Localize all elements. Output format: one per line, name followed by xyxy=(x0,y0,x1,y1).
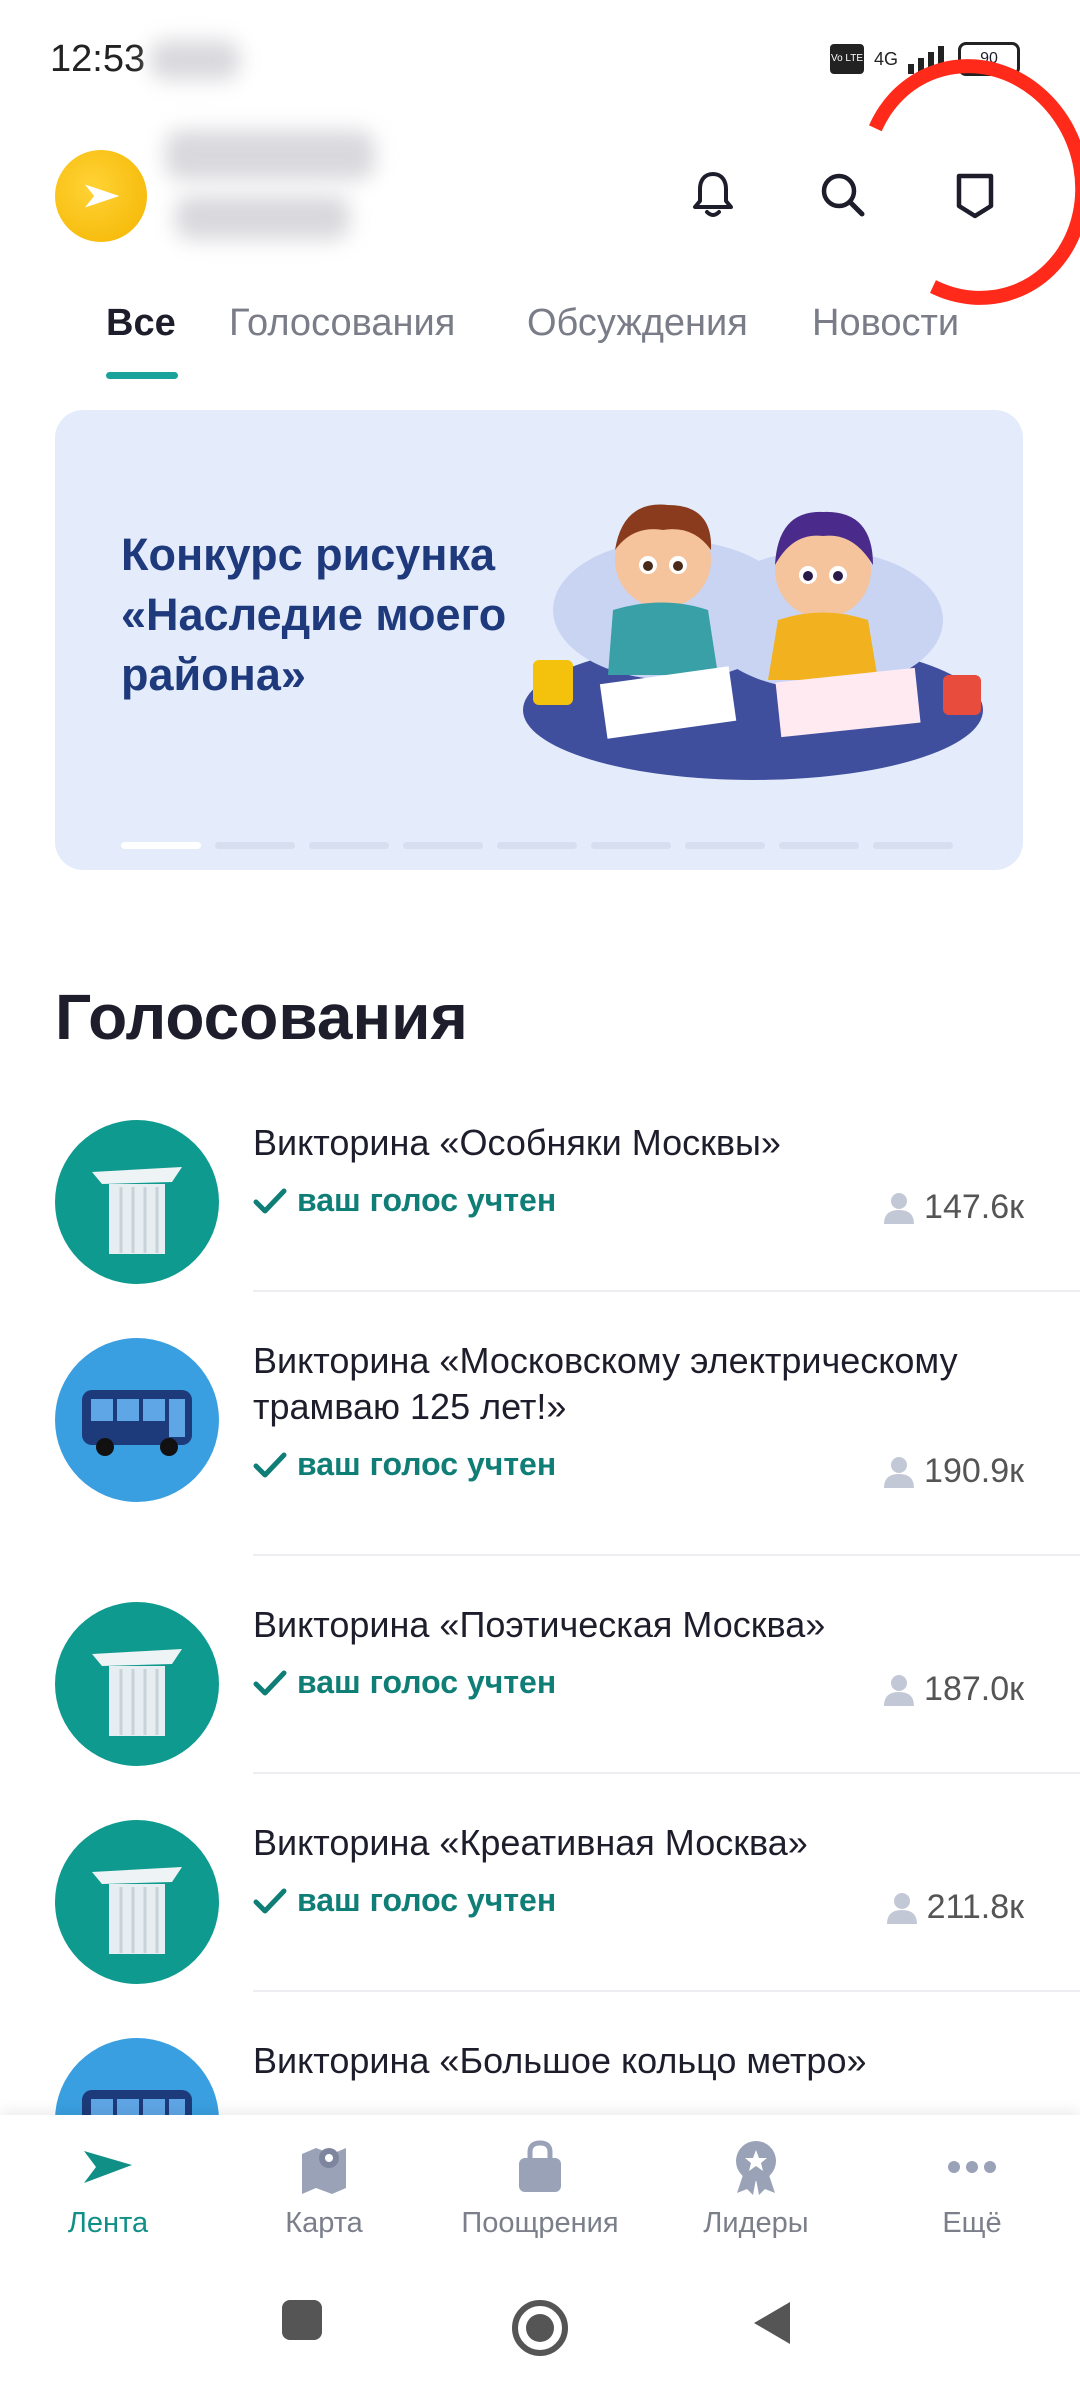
column-icon xyxy=(92,1867,182,1954)
person-icon xyxy=(884,1456,915,1488)
kids-drawing-illustration xyxy=(523,504,983,780)
pager-dot xyxy=(873,842,953,849)
participants-count: 187.0к xyxy=(884,1670,1024,1709)
banner-pager xyxy=(121,842,953,849)
bag-icon xyxy=(519,2140,561,2192)
vote-status: ваш голос учтен xyxy=(253,1882,556,1919)
banner-title: Конкурс рисунка «Наследие моего района» xyxy=(121,529,507,700)
divider xyxy=(253,1990,1080,1992)
system-navigation-bar xyxy=(0,2260,1080,2400)
feed-icon xyxy=(84,2151,132,2183)
divider xyxy=(253,1772,1080,1774)
notifications-button[interactable] xyxy=(678,160,748,230)
column-icon xyxy=(92,1167,182,1254)
tab-discussions[interactable]: Обсуждения xyxy=(527,302,748,345)
map-icon xyxy=(302,2148,346,2194)
vote-status-text: ваш голос учтен xyxy=(297,1882,557,1918)
home-circle-icon xyxy=(512,2300,568,2356)
nav-map[interactable]: Карта xyxy=(216,2135,432,2240)
check-icon xyxy=(253,1188,287,1213)
vote-status-text: ваш голос учтен xyxy=(297,1446,557,1482)
logo-arrow-icon xyxy=(84,184,120,208)
participants-count: 147.6к xyxy=(884,1188,1024,1227)
bus-icon xyxy=(82,1390,192,1456)
more-icon xyxy=(948,2161,996,2173)
blurred-username xyxy=(165,130,375,180)
participants-count-text: 190.9к xyxy=(924,1452,1024,1490)
pager-dot xyxy=(309,842,389,849)
pager-dot xyxy=(121,842,201,849)
back-button[interactable] xyxy=(750,2298,794,2348)
blurred-profile-info xyxy=(175,195,350,240)
divider xyxy=(253,1290,1080,1292)
item-avatar xyxy=(55,1120,219,1284)
pager-dot xyxy=(215,842,295,849)
section-title: Голосования xyxy=(55,981,468,1053)
item-title: Викторина «Московскому электрическому тр… xyxy=(253,1340,958,1427)
vote-status-text: ваш голос учтен xyxy=(297,1664,557,1700)
nav-leaders[interactable]: Лидеры xyxy=(648,2135,864,2240)
blurred-status-area xyxy=(150,40,240,80)
participants-count: 211.8к xyxy=(886,1888,1024,1927)
person-icon xyxy=(884,1192,915,1224)
app-logo xyxy=(55,150,147,242)
item-avatar xyxy=(55,1602,219,1766)
nav-label: Ещё xyxy=(942,2207,1002,2239)
nav-rewards[interactable]: Поощрения xyxy=(432,2135,648,2240)
tab-news[interactable]: Новости xyxy=(812,302,959,345)
item-avatar xyxy=(55,1820,219,1984)
network-type: 4G xyxy=(873,48,898,69)
column-icon xyxy=(92,1649,182,1736)
vote-status: ваш голос учтен xyxy=(253,1182,556,1219)
participants-count-text: 187.0к xyxy=(924,1670,1024,1708)
nav-feed[interactable]: Лента xyxy=(0,2135,216,2240)
tab-all[interactable]: Все xyxy=(106,302,176,345)
check-icon xyxy=(253,1670,287,1695)
pager-dot xyxy=(779,842,859,849)
vote-status: ваш голос учтен xyxy=(253,1664,556,1701)
tab-votes[interactable]: Голосования xyxy=(229,302,455,345)
home-button[interactable] xyxy=(510,2298,570,2358)
item-avatar xyxy=(55,1338,219,1502)
active-tab-indicator xyxy=(106,372,178,379)
nav-label: Поощрения xyxy=(461,2207,619,2239)
recent-apps-button[interactable] xyxy=(280,2298,324,2342)
pager-dot xyxy=(403,842,483,849)
item-title: Викторина «Креативная Москва» xyxy=(253,1822,808,1863)
participants-count-text: 211.8к xyxy=(926,1888,1024,1926)
volte-badge: Vo LTE xyxy=(829,44,864,74)
participants-count-text: 147.6к xyxy=(924,1188,1024,1226)
pager-dot xyxy=(685,842,765,849)
status-time: 12:53 xyxy=(50,38,146,80)
bottom-navigation: Лента Карта Поощрения Лидеры Ещё xyxy=(0,2115,1080,2260)
item-title: Викторина «Поэтическая Москва» xyxy=(253,1604,826,1645)
pager-dot xyxy=(591,842,671,849)
medal-icon xyxy=(736,2141,776,2195)
item-title: Викторина «Большое кольцо метро» xyxy=(253,2040,867,2081)
promo-banner[interactable]: Конкурс рисунка «Наследие моего района» xyxy=(55,410,1023,870)
nav-more[interactable]: Ещё xyxy=(864,2135,1080,2240)
vote-status-text: ваш голос учтен xyxy=(297,1182,557,1218)
person-icon xyxy=(886,1892,917,1924)
vote-status: ваш голос учтен xyxy=(253,1446,556,1483)
nav-label: Лента xyxy=(67,2207,149,2239)
nav-label: Лидеры xyxy=(703,2207,809,2239)
square-icon xyxy=(282,2300,322,2340)
check-icon xyxy=(253,1888,287,1913)
check-icon xyxy=(253,1452,287,1477)
participants-count: 190.9к xyxy=(884,1452,1024,1491)
divider xyxy=(253,1554,1080,1556)
person-icon xyxy=(884,1674,915,1706)
feed-tabs: Все Голосования Обсуждения Новости xyxy=(0,290,1080,390)
bell-icon xyxy=(693,172,733,217)
back-triangle-icon xyxy=(754,2302,790,2344)
item-title: Викторина «Особняки Москвы» xyxy=(253,1122,781,1163)
pager-dot xyxy=(497,842,577,849)
nav-label: Карта xyxy=(285,2207,363,2239)
